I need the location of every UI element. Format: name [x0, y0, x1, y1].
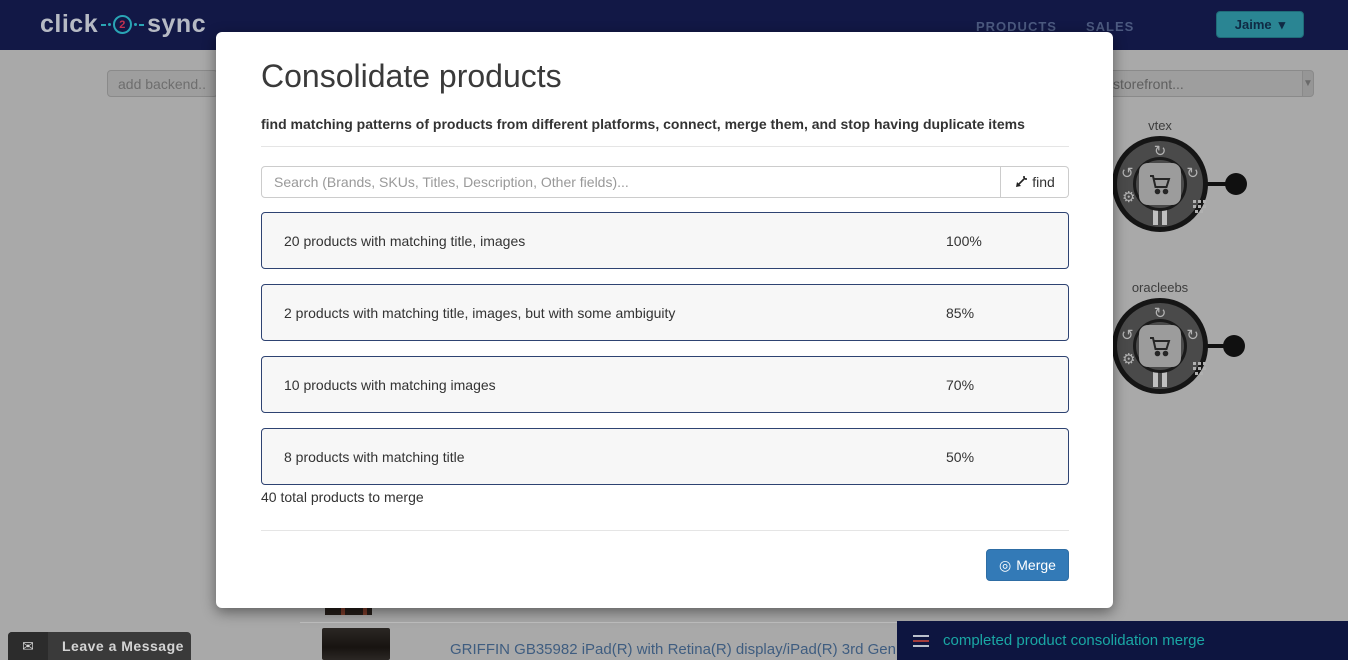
storefront-combo: ▼ [1104, 70, 1245, 97]
grid-dots-icon[interactable] [1193, 200, 1196, 203]
match-group-label: 10 products with matching images [284, 377, 496, 393]
node-center-ring [1133, 157, 1187, 211]
match-group-percent: 50% [946, 449, 974, 465]
logo-sync-icon: 2 [100, 15, 145, 34]
find-button[interactable]: find [1001, 166, 1069, 198]
match-group-row-2[interactable]: 2 products with matching title, images, … [261, 284, 1069, 341]
divider [261, 530, 1069, 531]
notification-text: completed product consolidation merge [943, 632, 1205, 649]
add-backend-input[interactable] [107, 70, 218, 97]
find-arrow-icon [1014, 176, 1027, 189]
match-group-percent: 100% [946, 233, 982, 249]
caret-down-icon: ▼ [1303, 78, 1313, 89]
find-label: find [1032, 174, 1055, 190]
storefront-input[interactable] [1104, 70, 1302, 97]
modal-subtitle: find matching patterns of products from … [261, 116, 1025, 132]
match-group-label: 2 products with matching title, images, … [284, 305, 675, 321]
logo-text-sync: sync [147, 10, 206, 39]
list-lines-icon [913, 635, 929, 647]
grid-dots-icon[interactable] [1193, 362, 1196, 365]
sync-in-icon[interactable]: ↺ [1121, 328, 1134, 343]
consolidate-products-modal: Consolidate products find matching patte… [216, 32, 1113, 608]
storefront-dropdown-button[interactable]: ▼ [1302, 70, 1314, 97]
notification-bar[interactable]: completed product consolidation merge [897, 621, 1348, 660]
connector-dot[interactable] [1225, 173, 1247, 195]
merge-label: Merge [1016, 557, 1056, 573]
pause-icon[interactable] [1153, 372, 1167, 387]
logo-text-click: click [40, 10, 98, 39]
logo-badge-2: 2 [113, 15, 132, 34]
envelope-icon: ✉ [8, 632, 48, 660]
match-group-percent: 85% [946, 305, 974, 321]
match-group-row-3[interactable]: 10 products with matching images 70% [261, 356, 1069, 413]
match-group-row-4[interactable]: 8 products with matching title 50% [261, 428, 1069, 485]
pause-icon[interactable] [1153, 210, 1167, 225]
node-label-oracleebs: oracleebs [1100, 280, 1220, 295]
match-group-label: 20 products with matching title, images [284, 233, 525, 249]
product-image-mark [363, 607, 367, 615]
sync-out-icon[interactable]: ↻ [1186, 328, 1199, 343]
search-input[interactable] [261, 166, 1001, 198]
cart-icon[interactable] [1139, 325, 1181, 367]
divider [261, 146, 1069, 147]
merge-icon: ◎ [999, 557, 1011, 574]
caret-down-icon: ▾ [1279, 17, 1286, 33]
search-group: find [261, 166, 1069, 198]
node-label-vtex: vtex [1100, 118, 1220, 133]
node-center-ring [1133, 319, 1187, 373]
app-logo: click 2 sync [40, 10, 206, 39]
product-image-mark [341, 607, 345, 615]
product-title-link[interactable]: GRIFFIN GB35982 iPad(R) with Retina(R) d… [450, 641, 910, 658]
match-group-percent: 70% [946, 377, 974, 393]
modal-title: Consolidate products [261, 58, 562, 95]
product-thumbnail [322, 628, 390, 660]
sync-out-icon[interactable]: ↻ [1186, 166, 1199, 181]
app-root: click 2 sync PRODUCTS SALES Jaime ▾ ▼ vt… [0, 0, 1348, 660]
total-products-text: 40 total products to merge [261, 489, 424, 505]
match-group-label: 8 products with matching title [284, 449, 465, 465]
backend-node-oracleebs[interactable]: ↻ ↺ ↻ ⚙ [1112, 298, 1208, 394]
sync-in-icon[interactable]: ↺ [1121, 166, 1134, 181]
backend-node-vtex[interactable]: ↻ ↺ ↻ ⚙ [1112, 136, 1208, 232]
match-group-row-1[interactable]: 20 products with matching title, images … [261, 212, 1069, 269]
user-menu-button[interactable]: Jaime ▾ [1216, 11, 1304, 38]
chat-widget[interactable]: ✉ Leave a Message [8, 632, 191, 660]
cart-icon[interactable] [1139, 163, 1181, 205]
user-name: Jaime [1235, 17, 1272, 32]
chat-widget-label: Leave a Message [48, 638, 184, 654]
connector-dot[interactable] [1223, 335, 1245, 357]
merge-button[interactable]: ◎ Merge [986, 549, 1069, 581]
